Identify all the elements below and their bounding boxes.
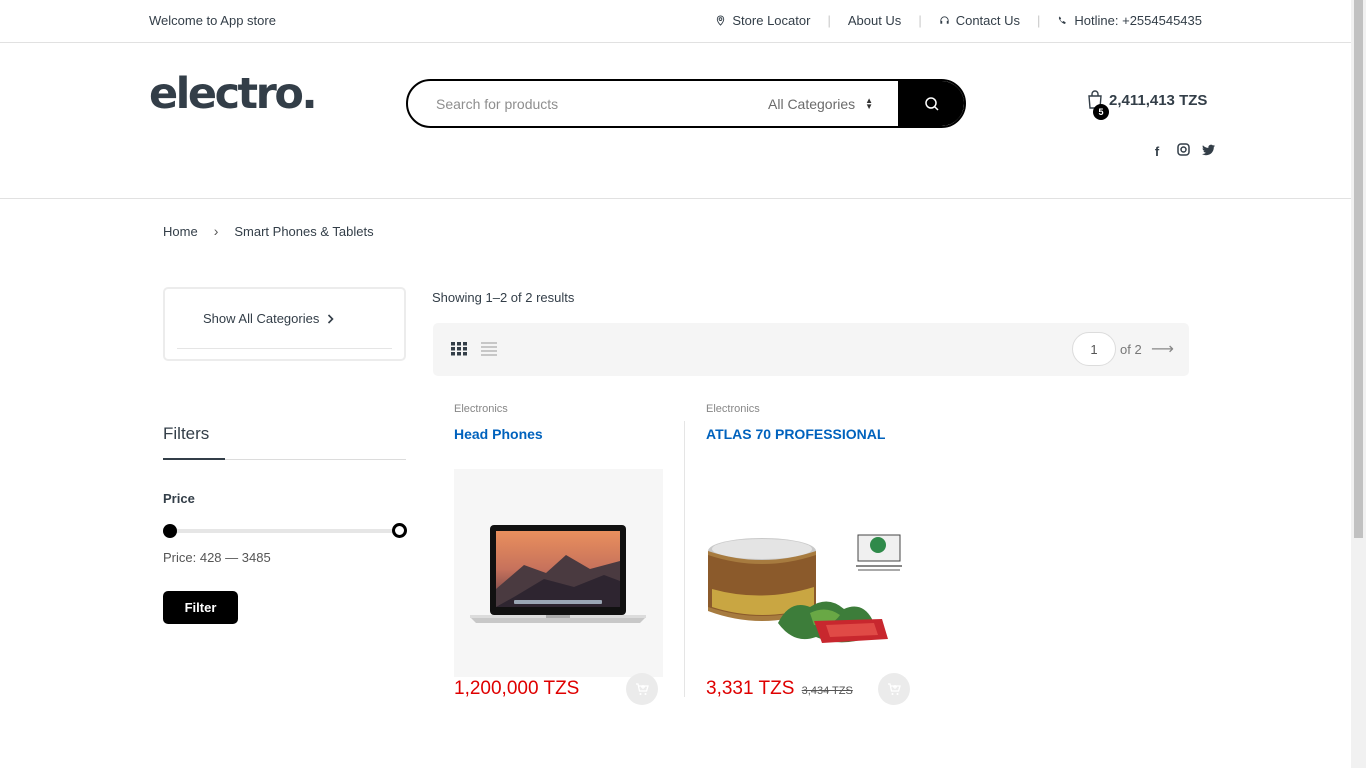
cart-count-badge: 5 [1093, 104, 1109, 120]
headset-icon [940, 16, 949, 24]
results-count: Showing 1–2 of 2 results [432, 290, 575, 305]
category-select-value: All Categories [768, 95, 856, 112]
twitter-icon[interactable] [1202, 144, 1216, 159]
chevron-right-icon: › [213, 223, 219, 239]
logo[interactable]: electro. [149, 73, 318, 116]
product-category[interactable]: Electronics [706, 403, 916, 415]
product-price: 1,200,000 TZS [454, 678, 579, 700]
search-button[interactable] [898, 81, 964, 126]
cart-total: 2,411,413 TZS [1109, 91, 1208, 109]
price-range-text: Price: 428 — 3485 [163, 550, 271, 565]
about-us-link[interactable]: About Us [848, 13, 901, 28]
page-number-input[interactable]: 1 [1072, 332, 1116, 366]
logo-dot: . [301, 69, 317, 119]
hotline-link[interactable]: Hotline: +2554545435 [1057, 13, 1202, 28]
about-us-label: About Us [847, 13, 902, 28]
categories-box: Show All Categories [163, 287, 406, 361]
product-category[interactable]: Electronics [454, 403, 664, 415]
product-price-current: 3,331 TZS [706, 678, 795, 699]
next-page-arrow-icon[interactable]: ⟶ [1151, 339, 1174, 359]
search-bar: Search for products All Categories ▲ ▼ [406, 79, 966, 128]
store-locator-label: Store Locator [732, 13, 811, 28]
grid-view-icon[interactable] [451, 342, 467, 356]
chevron-right-icon [328, 313, 334, 324]
product-divider [684, 421, 685, 697]
search-icon [925, 96, 939, 111]
product-price: 3,331 TZS 3,434 TZS [706, 678, 853, 700]
price-slider-min-handle[interactable] [163, 524, 177, 538]
breadcrumb-current: Smart Phones & Tablets [234, 223, 374, 239]
product-image-tuna-can[interactable] [706, 469, 915, 677]
show-all-categories-link[interactable]: Show All Categories [177, 289, 392, 349]
updown-icon: ▲ ▼ [865, 95, 874, 111]
product-title[interactable]: ATLAS 70 PROFESSIONAL [706, 426, 916, 442]
breadcrumb: Home › Smart Phones & Tablets [163, 223, 374, 239]
add-to-cart-button[interactable] [878, 673, 910, 705]
shop-toolbar: 1 of 2 ⟶ [433, 323, 1189, 376]
mini-cart[interactable]: 5 2,411,413 TZS [1087, 90, 1208, 120]
product-image-laptop[interactable] [454, 469, 663, 677]
product-card[interactable]: Electronics Head Phones 1,200,000 TZS [454, 403, 664, 705]
filters-divider [163, 458, 406, 460]
map-pin-icon [717, 15, 725, 26]
instagram-icon[interactable] [1176, 143, 1190, 159]
show-all-categories-label: Show All Categories [203, 311, 320, 326]
contact-us-link[interactable]: Contact Us [939, 13, 1020, 28]
product-card[interactable]: Electronics ATLAS 70 PROFESSIONAL 3,331 … [706, 403, 916, 705]
scrollbar-thumb[interactable] [1354, 0, 1363, 538]
total-pages-text: of 2 [1120, 342, 1142, 357]
separator: | [918, 13, 922, 28]
store-locator-link[interactable]: Store Locator [715, 13, 810, 28]
separator: | [1037, 13, 1041, 28]
breadcrumb-home[interactable]: Home [163, 224, 198, 239]
separator: | [827, 13, 831, 28]
filters-title: Filters [163, 424, 210, 443]
product-price-current: 1,200,000 TZS [454, 678, 580, 699]
filters-underline [163, 458, 225, 460]
top-links: Store Locator | About Us | Contact Us | … [715, 13, 1202, 28]
product-title[interactable]: Head Phones [454, 426, 664, 442]
welcome-text: Welcome to App store [149, 13, 276, 28]
top-bar: Welcome to App store Store Locator | Abo… [0, 0, 1351, 43]
category-select[interactable]: All Categories ▲ ▼ [768, 96, 898, 112]
cart-bag: 5 [1087, 90, 1109, 120]
filter-button[interactable]: Filter [163, 591, 238, 624]
facebook-icon[interactable]: f [1150, 144, 1164, 159]
phone-icon [1059, 16, 1067, 24]
contact-us-label: Contact Us [955, 13, 1021, 28]
hotline-label: Hotline: +2554545435 [1074, 13, 1202, 28]
price-slider[interactable] [163, 523, 407, 538]
product-price-old: 3,434 TZS [801, 685, 853, 697]
add-to-cart-icon [636, 683, 649, 695]
social-links: f [1150, 143, 1216, 159]
price-slider-max-handle[interactable] [392, 523, 407, 538]
price-filter-label: Price [163, 491, 195, 506]
search-input[interactable]: Search for products [408, 96, 768, 112]
add-to-cart-icon [888, 683, 901, 695]
list-view-icon[interactable] [481, 342, 497, 356]
add-to-cart-button[interactable] [626, 673, 658, 705]
logo-text: electro [149, 69, 304, 119]
page-scrollbar[interactable] [1351, 0, 1366, 768]
header: electro. Search for products All Categor… [0, 43, 1351, 199]
